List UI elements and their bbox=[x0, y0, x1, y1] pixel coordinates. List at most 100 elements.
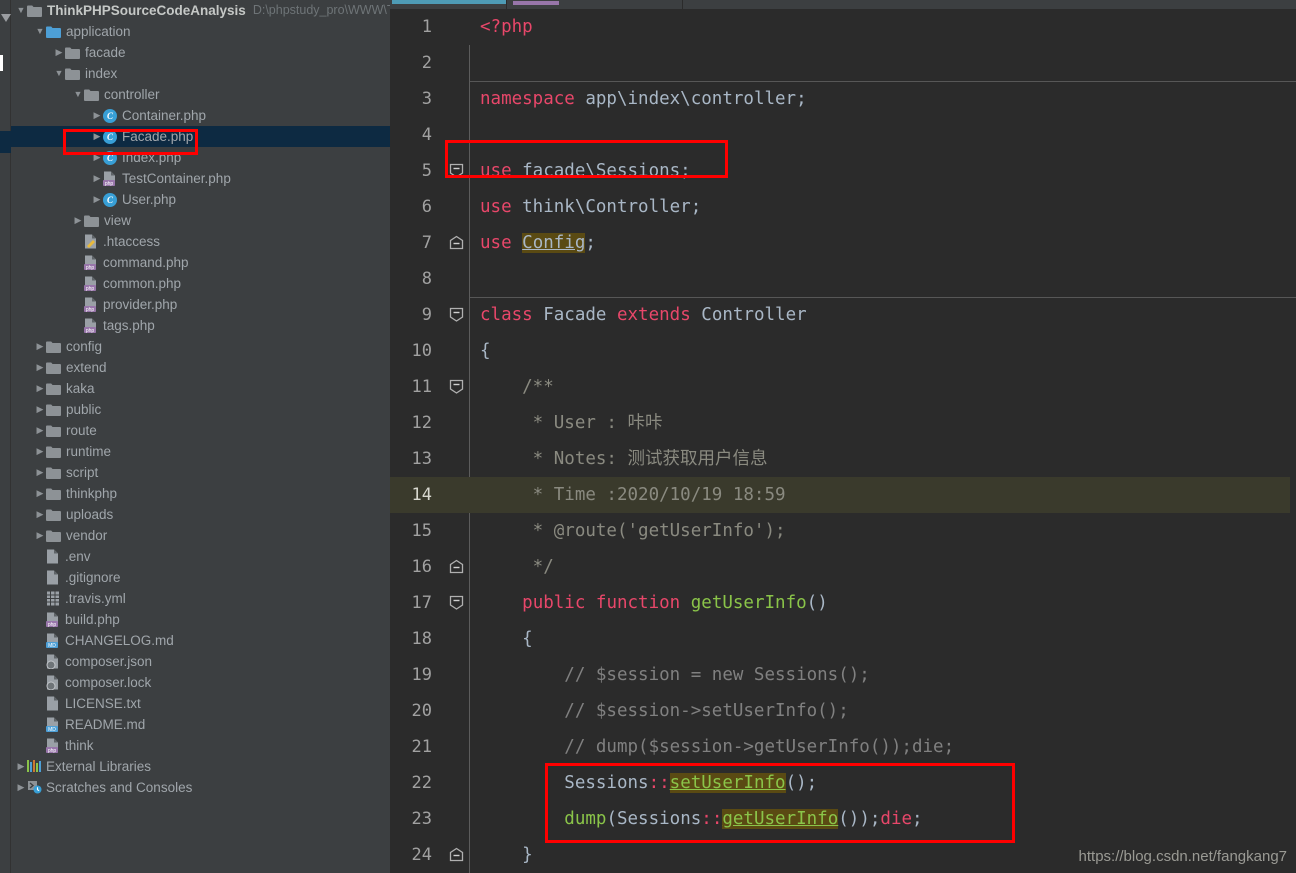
code-text[interactable]: public function getUserInfo() bbox=[470, 585, 1296, 621]
chevron-right-icon[interactable]: ▶ bbox=[34, 378, 46, 399]
fold-gutter[interactable] bbox=[442, 513, 470, 549]
code-text[interactable]: // $session->setUserInfo(); bbox=[470, 693, 1296, 729]
tree-item-extlibs[interactable]: ▶ External Libraries bbox=[11, 756, 390, 777]
tree-item-uploads[interactable]: ▶ uploads bbox=[11, 504, 390, 525]
fold-gutter[interactable] bbox=[442, 837, 470, 873]
tree-item-indexphp[interactable]: ▶ C Index.php bbox=[11, 147, 390, 168]
code-line-16[interactable]: 16 */ bbox=[390, 549, 1296, 585]
code-line-13[interactable]: 13 * Notes: 测试获取用户信息 bbox=[390, 441, 1296, 477]
chevron-down-icon[interactable]: ▼ bbox=[15, 0, 27, 21]
chevron-right-icon[interactable]: ▶ bbox=[91, 105, 103, 126]
fold-gutter[interactable] bbox=[442, 621, 470, 657]
code-text[interactable] bbox=[470, 261, 1296, 297]
fold-gutter[interactable] bbox=[442, 81, 470, 117]
editor-tab-bar[interactable] bbox=[390, 0, 1296, 9]
tree-item-script[interactable]: ▶ script bbox=[11, 462, 390, 483]
fold-gutter[interactable] bbox=[442, 297, 470, 333]
code-text[interactable]: // $session = new Sessions(); bbox=[470, 657, 1296, 693]
code-text[interactable]: /** bbox=[470, 369, 1296, 405]
tree-item-root[interactable]: ▼ ThinkPHPSourceCodeAnalysis D:\phpstudy_p… bbox=[11, 0, 390, 21]
code-text[interactable]: Sessions::setUserInfo(); bbox=[470, 765, 1296, 801]
code-text[interactable]: { bbox=[470, 621, 1296, 657]
tree-item-tagsphp[interactable]: php tags.php bbox=[11, 315, 390, 336]
code-line-22[interactable]: 22 Sessions::setUserInfo(); bbox=[390, 765, 1296, 801]
fold-gutter[interactable] bbox=[442, 585, 470, 621]
tree-item-gitignore[interactable]: .gitignore bbox=[11, 567, 390, 588]
fold-gutter[interactable] bbox=[442, 261, 470, 297]
tree-item-kaka[interactable]: ▶ kaka bbox=[11, 378, 390, 399]
fold-gutter[interactable] bbox=[442, 369, 470, 405]
code-editor[interactable]: 1 <?php 2 3 namespace app\index\controller; 4… bbox=[390, 9, 1296, 873]
code-line-7[interactable]: 7 use Config; bbox=[390, 225, 1296, 261]
fold-gutter[interactable] bbox=[442, 153, 470, 189]
tree-item-testcont[interactable]: ▶ php TestContainer.php bbox=[11, 168, 390, 189]
tree-item-scratches[interactable]: ▶ Scratches and Consoles bbox=[11, 777, 390, 798]
code-text[interactable]: { bbox=[470, 333, 1296, 369]
code-line-20[interactable]: 20 // $session->setUserInfo(); bbox=[390, 693, 1296, 729]
code-text[interactable]: * User : 咔咔 bbox=[470, 405, 1296, 441]
code-line-5[interactable]: 5 use facade\Sessions; bbox=[390, 153, 1296, 189]
code-line-3[interactable]: 3 namespace app\index\controller; bbox=[390, 81, 1296, 117]
fold-gutter[interactable] bbox=[442, 693, 470, 729]
code-line-15[interactable]: 15 * @route('getUserInfo'); bbox=[390, 513, 1296, 549]
fold-gutter[interactable] bbox=[442, 549, 470, 585]
tree-item-license[interactable]: LICENSE.txt bbox=[11, 693, 390, 714]
chevron-down-icon[interactable]: ▼ bbox=[53, 63, 65, 84]
code-text[interactable]: use facade\Sessions; bbox=[470, 153, 1296, 189]
chevron-right-icon[interactable]: ▶ bbox=[34, 441, 46, 462]
fold-gutter[interactable] bbox=[442, 657, 470, 693]
tree-item-buildphp[interactable]: php build.php bbox=[11, 609, 390, 630]
code-line-6[interactable]: 6 use think\Controller; bbox=[390, 189, 1296, 225]
tree-item-providerphp[interactable]: php provider.php bbox=[11, 294, 390, 315]
fold-gutter[interactable] bbox=[442, 189, 470, 225]
collapse-arrow-icon[interactable] bbox=[1, 14, 11, 22]
tree-item-extend[interactable]: ▶ extend bbox=[11, 357, 390, 378]
chevron-right-icon[interactable]: ▶ bbox=[34, 504, 46, 525]
chevron-down-icon[interactable]: ▼ bbox=[34, 21, 46, 42]
chevron-right-icon[interactable]: ▶ bbox=[91, 168, 103, 189]
fold-gutter[interactable] bbox=[442, 765, 470, 801]
code-line-11[interactable]: 11 /** bbox=[390, 369, 1296, 405]
tree-item-container[interactable]: ▶ C Container.php bbox=[11, 105, 390, 126]
fold-gutter[interactable] bbox=[442, 45, 470, 81]
fold-gutter[interactable] bbox=[442, 801, 470, 837]
chevron-right-icon[interactable]: ▶ bbox=[91, 147, 103, 168]
chevron-right-icon[interactable]: ▶ bbox=[34, 483, 46, 504]
tree-item-vendor[interactable]: ▶ vendor bbox=[11, 525, 390, 546]
chevron-right-icon[interactable]: ▶ bbox=[72, 210, 84, 231]
tree-item-controller[interactable]: ▼ controller bbox=[11, 84, 390, 105]
chevron-down-icon[interactable]: ▼ bbox=[72, 84, 84, 105]
chevron-right-icon[interactable]: ▶ bbox=[34, 357, 46, 378]
chevron-right-icon[interactable]: ▶ bbox=[91, 126, 103, 147]
fold-end-icon[interactable] bbox=[449, 559, 464, 574]
code-text[interactable]: * Time :2020/10/19 18:59 bbox=[470, 477, 1296, 513]
code-text[interactable] bbox=[470, 45, 1296, 81]
tree-item-changelog[interactable]: MD CHANGELOG.md bbox=[11, 630, 390, 651]
tree-item-htaccess[interactable]: .htaccess bbox=[11, 231, 390, 252]
chevron-right-icon[interactable]: ▶ bbox=[15, 756, 27, 777]
fold-gutter[interactable] bbox=[442, 9, 470, 45]
chevron-right-icon[interactable]: ▶ bbox=[34, 336, 46, 357]
code-text[interactable]: // dump($session->getUserInfo());die; bbox=[470, 729, 1296, 765]
code-line-14[interactable]: 14 * Time :2020/10/19 18:59 bbox=[390, 477, 1296, 513]
tree-item-userphp[interactable]: ▶ C User.php bbox=[11, 189, 390, 210]
project-tree[interactable]: ▼ ThinkPHPSourceCodeAnalysis D:\phpstudy_p… bbox=[11, 0, 390, 873]
code-text[interactable]: * @route('getUserInfo'); bbox=[470, 513, 1296, 549]
code-line-1[interactable]: 1 <?php bbox=[390, 9, 1296, 45]
tree-item-thinkphp[interactable]: ▶ thinkphp bbox=[11, 483, 390, 504]
fold-collapse-icon[interactable] bbox=[449, 163, 464, 178]
tree-item-facade[interactable]: ▶ facade bbox=[11, 42, 390, 63]
tree-item-view[interactable]: ▶ view bbox=[11, 210, 390, 231]
tree-item-application[interactable]: ▼ application bbox=[11, 21, 390, 42]
tree-item-public[interactable]: ▶ public bbox=[11, 399, 390, 420]
chevron-right-icon[interactable]: ▶ bbox=[91, 189, 103, 210]
project-scrollbar-rail[interactable] bbox=[0, 0, 11, 873]
code-line-4[interactable]: 4 bbox=[390, 117, 1296, 153]
chevron-right-icon[interactable]: ▶ bbox=[53, 42, 65, 63]
fold-collapse-icon[interactable] bbox=[449, 307, 464, 322]
fold-collapse-icon[interactable] bbox=[449, 379, 464, 394]
tree-item-index[interactable]: ▼ index bbox=[11, 63, 390, 84]
code-line-19[interactable]: 19 // $session = new Sessions(); bbox=[390, 657, 1296, 693]
fold-end-icon[interactable] bbox=[449, 235, 464, 250]
tree-item-composerlock[interactable]: composer.lock bbox=[11, 672, 390, 693]
